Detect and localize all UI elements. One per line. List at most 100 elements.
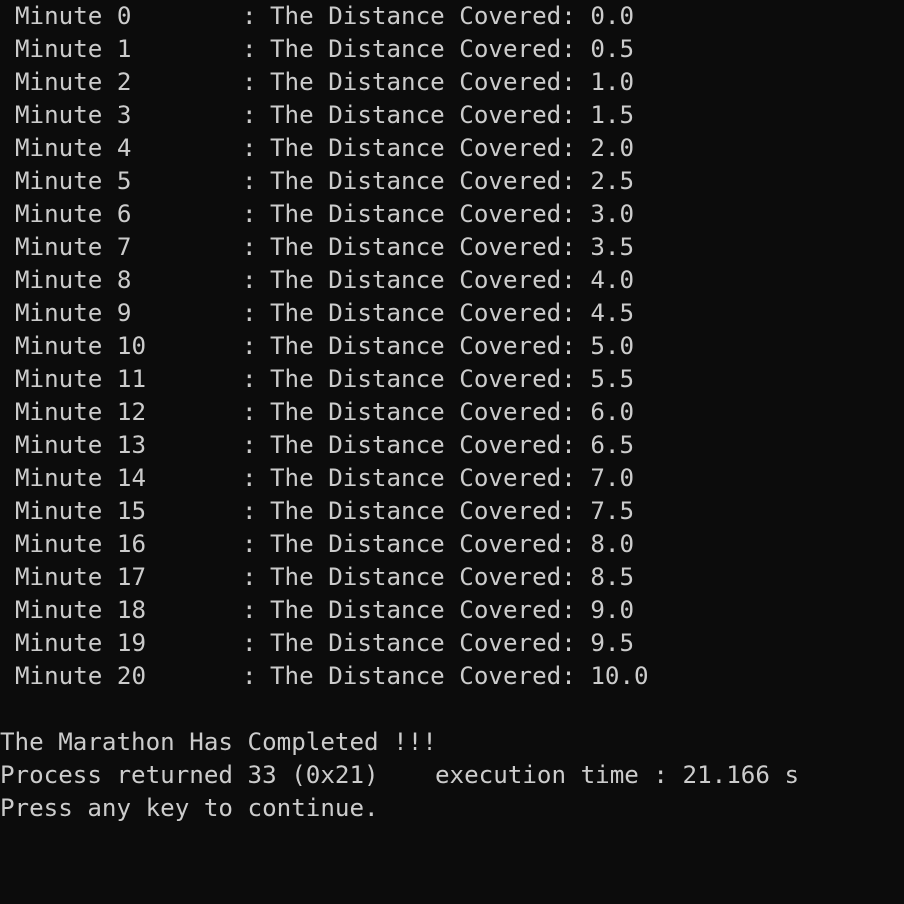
distance-label: The Distance Covered: — [270, 134, 576, 162]
minute-label: Minute 2 — [15, 68, 132, 96]
distance-label: The Distance Covered: — [270, 200, 576, 228]
minute-label: Minute 14 — [15, 464, 147, 492]
distance-value: 4.5 — [590, 299, 635, 327]
distance-value: 2.5 — [590, 167, 635, 195]
output-row: Minute 6: The Distance Covered: 3.0 — [0, 198, 904, 231]
output-row: Minute 17: The Distance Covered: 8.5 — [0, 561, 904, 594]
minute-label: Minute 17 — [15, 563, 147, 591]
minute-label: Minute 15 — [15, 497, 147, 525]
separator: : — [242, 431, 257, 459]
distance-label: The Distance Covered: — [270, 596, 576, 624]
minute-label: Minute 11 — [15, 365, 147, 393]
separator: : — [242, 200, 257, 228]
execution-time: execution time : 21.166 s — [435, 761, 800, 789]
output-row: Minute 5: The Distance Covered: 2.5 — [0, 165, 904, 198]
distance-label: The Distance Covered: — [270, 497, 576, 525]
output-row: Minute 14: The Distance Covered: 7.0 — [0, 462, 904, 495]
distance-label: The Distance Covered: — [270, 365, 576, 393]
separator: : — [242, 101, 257, 129]
distance-label: The Distance Covered: — [270, 233, 576, 261]
separator: : — [242, 167, 257, 195]
output-row: Minute 0: The Distance Covered: 0.0 — [0, 0, 904, 33]
distance-label: The Distance Covered: — [270, 431, 576, 459]
minute-label: Minute 4 — [15, 134, 132, 162]
minute-label: Minute 1 — [15, 35, 132, 63]
minute-label: Minute 13 — [15, 431, 147, 459]
separator: : — [242, 596, 257, 624]
output-row: Minute 9: The Distance Covered: 4.5 — [0, 297, 904, 330]
process-returned: Process returned 33 (0x21) — [0, 761, 379, 789]
distance-value: 9.5 — [590, 629, 635, 657]
minute-label: Minute 18 — [15, 596, 147, 624]
separator: : — [242, 68, 257, 96]
console-window[interactable]: Minute 0: The Distance Covered: 0.0 Minute… — [0, 0, 904, 904]
output-row: Minute 3: The Distance Covered: 1.5 — [0, 99, 904, 132]
output-rows: Minute 0: The Distance Covered: 0.0 Minute… — [0, 0, 904, 693]
distance-label: The Distance Covered: — [270, 266, 576, 294]
separator: : — [242, 497, 257, 525]
output-row: Minute 7: The Distance Covered: 3.5 — [0, 231, 904, 264]
output-row: Minute 13: The Distance Covered: 6.5 — [0, 429, 904, 462]
distance-value: 3.5 — [590, 233, 635, 261]
distance-value: 1.5 — [590, 101, 635, 129]
minute-label: Minute 7 — [15, 233, 132, 261]
distance-value: 5.0 — [590, 332, 635, 360]
output-row: Minute 18: The Distance Covered: 9.0 — [0, 594, 904, 627]
distance-value: 5.5 — [590, 365, 635, 393]
distance-label: The Distance Covered: — [270, 530, 576, 558]
output-row: Minute 10: The Distance Covered: 5.0 — [0, 330, 904, 363]
distance-value: 8.5 — [590, 563, 635, 591]
distance-label: The Distance Covered: — [270, 68, 576, 96]
output-row: Minute 15: The Distance Covered: 7.5 — [0, 495, 904, 528]
minute-label: Minute 9 — [15, 299, 132, 327]
minute-label: Minute 20 — [15, 662, 147, 690]
separator: : — [242, 299, 257, 327]
minute-label: Minute 12 — [15, 398, 147, 426]
distance-value: 2.0 — [590, 134, 635, 162]
distance-value: 6.5 — [590, 431, 635, 459]
distance-label: The Distance Covered: — [270, 629, 576, 657]
distance-value: 0.5 — [590, 35, 635, 63]
output-row: Minute 12: The Distance Covered: 6.0 — [0, 396, 904, 429]
distance-label: The Distance Covered: — [270, 332, 576, 360]
separator: : — [242, 662, 257, 690]
minute-label: Minute 10 — [15, 332, 147, 360]
minute-label: Minute 19 — [15, 629, 147, 657]
minute-label: Minute 3 — [15, 101, 132, 129]
distance-value: 10.0 — [590, 662, 649, 690]
separator: : — [242, 530, 257, 558]
separator: : — [242, 365, 257, 393]
distance-label: The Distance Covered: — [270, 398, 576, 426]
separator: : — [242, 35, 257, 63]
output-row: Minute 4: The Distance Covered: 2.0 — [0, 132, 904, 165]
minute-label: Minute 6 — [15, 200, 132, 228]
output-row: Minute 16: The Distance Covered: 8.0 — [0, 528, 904, 561]
distance-value: 6.0 — [590, 398, 635, 426]
separator: : — [242, 332, 257, 360]
distance-label: The Distance Covered: — [270, 101, 576, 129]
distance-value: 0.0 — [590, 2, 635, 30]
distance-value: 7.0 — [590, 464, 635, 492]
press-any-key: Press any key to continue. — [0, 794, 379, 822]
distance-value: 8.0 — [590, 530, 635, 558]
output-row: Minute 11: The Distance Covered: 5.5 — [0, 363, 904, 396]
output-row: Minute 1: The Distance Covered: 0.5 — [0, 33, 904, 66]
distance-value: 1.0 — [590, 68, 635, 96]
output-row: Minute 8: The Distance Covered: 4.0 — [0, 264, 904, 297]
process-status-line: Process returned 33 (0x21) execution time… — [0, 759, 904, 792]
distance-label: The Distance Covered: — [270, 299, 576, 327]
output-row: Minute 19: The Distance Covered: 9.5 — [0, 627, 904, 660]
minute-label: Minute 16 — [15, 530, 147, 558]
separator: : — [242, 563, 257, 591]
distance-value: 3.0 — [590, 200, 635, 228]
output-row: Minute 2: The Distance Covered: 1.0 — [0, 66, 904, 99]
output-row: Minute 20: The Distance Covered: 10.0 — [0, 660, 904, 693]
distance-label: The Distance Covered: — [270, 563, 576, 591]
separator: : — [242, 233, 257, 261]
minute-label: Minute 5 — [15, 167, 132, 195]
separator: : — [242, 2, 257, 30]
distance-value: 9.0 — [590, 596, 635, 624]
separator: : — [242, 398, 257, 426]
distance-label: The Distance Covered: — [270, 464, 576, 492]
